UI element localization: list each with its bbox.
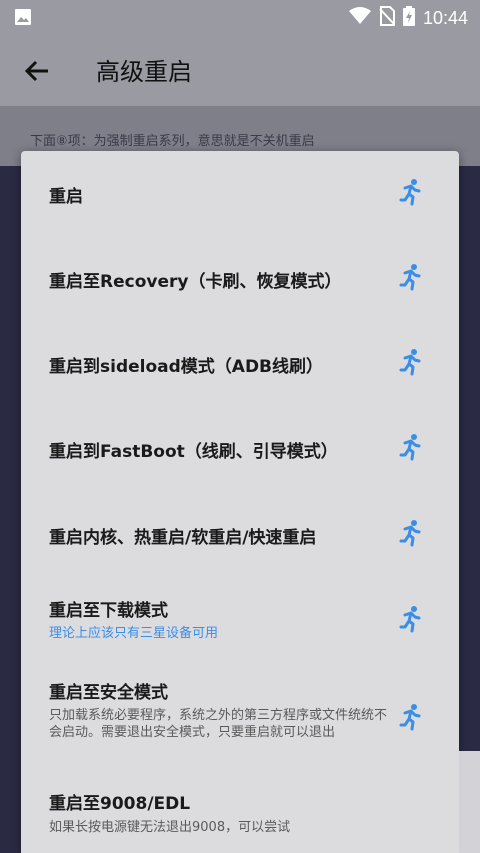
item-description: 只加载系统必要程序，系统之外的第三方程序或文件统统不会启动。需要退出安全模式，只… bbox=[49, 708, 388, 740]
restart-dialog: 重启 重启至Recovery（卡刷、恢复模式） 重启到sideload模式（AD… bbox=[21, 151, 459, 853]
arrow-left-icon[interactable] bbox=[22, 56, 52, 86]
fade-overlay bbox=[300, 751, 480, 853]
list-item-recovery[interactable]: 重启至Recovery（卡刷、恢复模式） bbox=[21, 236, 459, 321]
item-label: 重启内核、热重启/软重启/快速重启 bbox=[49, 528, 317, 548]
app-bar: 高级重启 bbox=[0, 34, 480, 106]
status-bar: 10:44 bbox=[0, 0, 480, 34]
item-label: 重启到sideload模式（ADB线刷） bbox=[49, 357, 324, 377]
background-hint: 下面⑧项：为强制重启系列，意思就是不关机重启 bbox=[30, 134, 315, 149]
image-icon bbox=[14, 8, 32, 30]
no-sim-icon bbox=[379, 6, 395, 30]
item-label: 重启至Recovery（卡刷、恢复模式） bbox=[49, 272, 342, 292]
page-title: 高级重启 bbox=[96, 58, 192, 86]
battery-charging-icon bbox=[402, 6, 415, 30]
run-icon[interactable] bbox=[397, 178, 425, 206]
list-item-fastboot[interactable]: 重启到FastBoot（线刷、引导模式） bbox=[21, 406, 459, 491]
item-label: 重启到FastBoot（线刷、引导模式） bbox=[49, 442, 338, 462]
status-time: 10:44 bbox=[422, 7, 468, 28]
run-icon[interactable] bbox=[397, 605, 425, 633]
item-label: 重启至安全模式 bbox=[49, 683, 168, 703]
wifi-icon bbox=[348, 7, 371, 29]
run-icon[interactable] bbox=[397, 433, 425, 461]
list-item-download-mode[interactable]: 重启至下载模式 理论上应该只有三星设备可用 bbox=[21, 576, 459, 671]
item-description: 理论上应该只有三星设备可用 bbox=[49, 626, 219, 641]
list-item-hot-reboot[interactable]: 重启内核、热重启/软重启/快速重启 bbox=[21, 491, 459, 576]
list-item-restart[interactable]: 重启 bbox=[21, 151, 459, 236]
run-icon[interactable] bbox=[397, 348, 425, 376]
run-icon[interactable] bbox=[397, 263, 425, 291]
list-item-sideload[interactable]: 重启到sideload模式（ADB线刷） bbox=[21, 321, 459, 406]
item-label: 重启至9008/EDL bbox=[49, 794, 191, 814]
item-label: 重启至下载模式 bbox=[49, 601, 168, 621]
item-label: 重启 bbox=[49, 187, 83, 207]
run-icon[interactable] bbox=[397, 703, 425, 731]
run-icon[interactable] bbox=[397, 519, 425, 547]
